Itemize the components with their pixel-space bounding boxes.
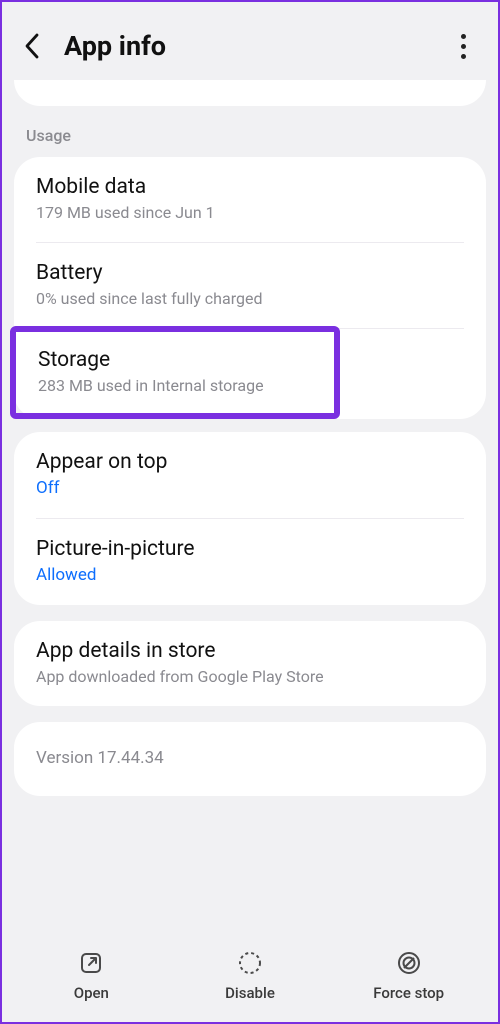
force-stop-icon <box>396 950 422 976</box>
storage-sub: 283 MB used in Internal storage <box>38 376 312 395</box>
bottom-action-bar: Open Disable Force stop <box>2 938 498 1022</box>
open-icon <box>78 950 104 976</box>
battery-sub: 0% used since last fully charged <box>36 289 464 308</box>
appear-on-top-title: Appear on top <box>36 450 464 474</box>
store-card: App details in store App downloaded from… <box>14 621 486 706</box>
usage-section-label: Usage <box>14 106 486 157</box>
mobile-data-title: Mobile data <box>36 175 464 199</box>
overlay-card: Appear on top Off Picture-in-picture All… <box>14 432 486 605</box>
mobile-data-sub: 179 MB used since Jun 1 <box>36 203 464 222</box>
pip-title: Picture-in-picture <box>36 537 464 561</box>
back-icon[interactable] <box>22 31 44 61</box>
app-info-screen: App info Usage Mobile data 179 MB used s… <box>0 0 500 1024</box>
open-button[interactable]: Open <box>12 950 171 1002</box>
force-stop-label: Force stop <box>373 984 444 1002</box>
storage-row[interactable]: Storage 283 MB used in Internal storage <box>16 332 334 413</box>
version-card: Version 17.44.34 <box>14 722 486 796</box>
header-bar: App info <box>2 2 498 80</box>
appear-on-top-row[interactable]: Appear on top Off <box>14 432 486 518</box>
disable-button[interactable]: Disable <box>171 950 330 1002</box>
content-area: Usage Mobile data 179 MB used since Jun … <box>2 80 498 938</box>
battery-title: Battery <box>36 261 464 285</box>
disable-label: Disable <box>225 984 275 1002</box>
more-options-icon[interactable] <box>448 34 478 59</box>
usage-card: Mobile data 179 MB used since Jun 1 Batt… <box>14 157 486 419</box>
force-stop-button[interactable]: Force stop <box>329 950 488 1002</box>
appear-on-top-status: Off <box>36 478 464 498</box>
storage-title: Storage <box>38 348 312 372</box>
app-details-title: App details in store <box>36 639 464 663</box>
previous-card-sliver <box>14 80 486 106</box>
mobile-data-row[interactable]: Mobile data 179 MB used since Jun 1 <box>14 157 486 242</box>
pip-row[interactable]: Picture-in-picture Allowed <box>14 519 486 605</box>
version-row: Version 17.44.34 <box>14 722 486 796</box>
page-title: App info <box>64 30 448 62</box>
storage-highlight: Storage 283 MB used in Internal storage <box>10 326 340 419</box>
pip-status: Allowed <box>36 565 464 585</box>
app-details-sub: App downloaded from Google Play Store <box>36 667 464 686</box>
app-details-row[interactable]: App details in store App downloaded from… <box>14 621 486 706</box>
version-text: Version 17.44.34 <box>36 748 464 768</box>
disable-icon <box>237 950 263 976</box>
battery-row[interactable]: Battery 0% used since last fully charged <box>14 243 486 328</box>
open-label: Open <box>74 984 109 1002</box>
